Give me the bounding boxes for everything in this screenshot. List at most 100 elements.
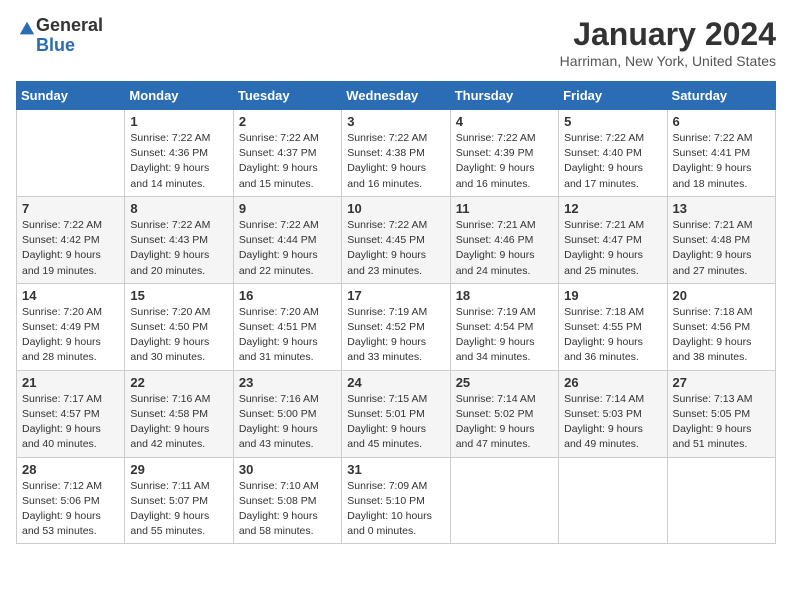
day-info: Sunrise: 7:15 AMSunset: 5:01 PMDaylight:…: [347, 392, 444, 453]
day-info: Sunrise: 7:20 AMSunset: 4:49 PMDaylight:…: [22, 305, 119, 366]
table-row: 29Sunrise: 7:11 AMSunset: 5:07 PMDayligh…: [125, 457, 233, 544]
table-row: 24 Sunrise: 7:15 AMSunset: 5:01 PMDayligh…: [342, 370, 450, 457]
day-number: 7: [22, 201, 119, 216]
table-row: 23 Sunrise: 7:16 AMSunset: 5:00 PMDayligh…: [233, 370, 341, 457]
table-row: 19Sunrise: 7:18 AMSunset: 4:55 PMDayligh…: [559, 283, 667, 370]
table-row: [559, 457, 667, 544]
day-number: 4: [456, 114, 553, 129]
logo-text: General Blue: [36, 16, 103, 56]
day-info: Sunrise: 7:22 AMSunset: 4:45 PMDaylight:…: [347, 218, 444, 279]
day-info: Sunrise: 7:09 AMSunset: 5:10 PMDaylight:…: [347, 479, 444, 540]
calendar: Sunday Monday Tuesday Wednesday Thursday…: [16, 81, 776, 544]
table-row: 18 Sunrise: 7:19 AMSunset: 4:54 PMDayligh…: [450, 283, 558, 370]
table-row: 11 Sunrise: 7:21 AMSunset: 4:46 PMDayligh…: [450, 196, 558, 283]
day-info: Sunrise: 7:19 AMSunset: 4:54 PMDaylight:…: [456, 305, 553, 366]
day-number: 12: [564, 201, 661, 216]
day-info: Sunrise: 7:22 AMSunset: 4:37 PMDaylight:…: [239, 131, 336, 192]
header-thursday: Thursday: [450, 82, 558, 110]
day-number: 25: [456, 375, 553, 390]
table-row: 3 Sunrise: 7:22 AMSunset: 4:38 PMDaylight…: [342, 110, 450, 197]
day-number: 28: [22, 462, 119, 477]
day-info: Sunrise: 7:22 AMSunset: 4:36 PMDaylight:…: [130, 131, 227, 192]
table-row: [450, 457, 558, 544]
day-info: Sunrise: 7:14 AMSunset: 5:02 PMDaylight:…: [456, 392, 553, 453]
table-row: 13Sunrise: 7:21 AMSunset: 4:48 PMDayligh…: [667, 196, 775, 283]
calendar-week-row: 28 Sunrise: 7:12 AMSunset: 5:06 PMDayligh…: [17, 457, 776, 544]
day-number: 29: [130, 462, 227, 477]
table-row: 15Sunrise: 7:20 AMSunset: 4:50 PMDayligh…: [125, 283, 233, 370]
day-info: Sunrise: 7:22 AMSunset: 4:40 PMDaylight:…: [564, 131, 661, 192]
title-block: January 2024 Harriman, New York, United …: [560, 16, 776, 69]
table-row: 17 Sunrise: 7:19 AMSunset: 4:52 PMDayligh…: [342, 283, 450, 370]
calendar-week-row: 14 Sunrise: 7:20 AMSunset: 4:49 PMDayligh…: [17, 283, 776, 370]
location: Harriman, New York, United States: [560, 53, 776, 69]
header-friday: Friday: [559, 82, 667, 110]
day-info: Sunrise: 7:22 AMSunset: 4:41 PMDaylight:…: [673, 131, 770, 192]
table-row: 26Sunrise: 7:14 AMSunset: 5:03 PMDayligh…: [559, 370, 667, 457]
day-info: Sunrise: 7:21 AMSunset: 4:47 PMDaylight:…: [564, 218, 661, 279]
day-number: 2: [239, 114, 336, 129]
weekday-header-row: Sunday Monday Tuesday Wednesday Thursday…: [17, 82, 776, 110]
day-number: 16: [239, 288, 336, 303]
table-row: 1 Sunrise: 7:22 AMSunset: 4:36 PMDaylight…: [125, 110, 233, 197]
table-row: 28 Sunrise: 7:12 AMSunset: 5:06 PMDayligh…: [17, 457, 125, 544]
day-number: 21: [22, 375, 119, 390]
calendar-week-row: 7 Sunrise: 7:22 AMSunset: 4:42 PMDaylight…: [17, 196, 776, 283]
day-number: 14: [22, 288, 119, 303]
table-row: 16Sunrise: 7:20 AMSunset: 4:51 PMDayligh…: [233, 283, 341, 370]
day-info: Sunrise: 7:21 AMSunset: 4:48 PMDaylight:…: [673, 218, 770, 279]
day-info: Sunrise: 7:20 AMSunset: 4:50 PMDaylight:…: [130, 305, 227, 366]
logo-blue: Blue: [36, 36, 103, 56]
table-row: 30 Sunrise: 7:10 AMSunset: 5:08 PMDayligh…: [233, 457, 341, 544]
table-row: 25 Sunrise: 7:14 AMSunset: 5:02 PMDayligh…: [450, 370, 558, 457]
day-number: 18: [456, 288, 553, 303]
day-info: Sunrise: 7:22 AMSunset: 4:43 PMDaylight:…: [130, 218, 227, 279]
day-number: 23: [239, 375, 336, 390]
table-row: 7 Sunrise: 7:22 AMSunset: 4:42 PMDaylight…: [17, 196, 125, 283]
day-info: Sunrise: 7:22 AMSunset: 4:44 PMDaylight:…: [239, 218, 336, 279]
day-info: Sunrise: 7:19 AMSunset: 4:52 PMDaylight:…: [347, 305, 444, 366]
table-row: [667, 457, 775, 544]
page-header: General Blue January 2024 Harriman, New …: [16, 16, 776, 69]
day-info: Sunrise: 7:16 AMSunset: 4:58 PMDaylight:…: [130, 392, 227, 453]
day-number: 10: [347, 201, 444, 216]
day-info: Sunrise: 7:22 AMSunset: 4:39 PMDaylight:…: [456, 131, 553, 192]
header-wednesday: Wednesday: [342, 82, 450, 110]
day-number: 17: [347, 288, 444, 303]
day-info: Sunrise: 7:17 AMSunset: 4:57 PMDaylight:…: [22, 392, 119, 453]
day-number: 8: [130, 201, 227, 216]
table-row: 5 Sunrise: 7:22 AMSunset: 4:40 PMDaylight…: [559, 110, 667, 197]
day-info: Sunrise: 7:18 AMSunset: 4:55 PMDaylight:…: [564, 305, 661, 366]
table-row: 6 Sunrise: 7:22 AMSunset: 4:41 PMDaylight…: [667, 110, 775, 197]
day-number: 6: [673, 114, 770, 129]
table-row: 9Sunrise: 7:22 AMSunset: 4:44 PMDaylight…: [233, 196, 341, 283]
table-row: 12 Sunrise: 7:21 AMSunset: 4:47 PMDayligh…: [559, 196, 667, 283]
day-info: Sunrise: 7:16 AMSunset: 5:00 PMDaylight:…: [239, 392, 336, 453]
day-number: 30: [239, 462, 336, 477]
day-info: Sunrise: 7:18 AMSunset: 4:56 PMDaylight:…: [673, 305, 770, 366]
header-tuesday: Tuesday: [233, 82, 341, 110]
table-row: 8 Sunrise: 7:22 AMSunset: 4:43 PMDaylight…: [125, 196, 233, 283]
logo: General Blue: [16, 16, 103, 56]
calendar-week-row: 21 Sunrise: 7:17 AMSunset: 4:57 PMDayligh…: [17, 370, 776, 457]
day-info: Sunrise: 7:12 AMSunset: 5:06 PMDaylight:…: [22, 479, 119, 540]
day-info: Sunrise: 7:22 AMSunset: 4:42 PMDaylight:…: [22, 218, 119, 279]
table-row: 14 Sunrise: 7:20 AMSunset: 4:49 PMDayligh…: [17, 283, 125, 370]
day-info: Sunrise: 7:14 AMSunset: 5:03 PMDaylight:…: [564, 392, 661, 453]
day-info: Sunrise: 7:22 AMSunset: 4:38 PMDaylight:…: [347, 131, 444, 192]
logo-icon: [18, 20, 36, 38]
day-number: 1: [130, 114, 227, 129]
header-monday: Monday: [125, 82, 233, 110]
calendar-week-row: 1 Sunrise: 7:22 AMSunset: 4:36 PMDaylight…: [17, 110, 776, 197]
day-info: Sunrise: 7:10 AMSunset: 5:08 PMDaylight:…: [239, 479, 336, 540]
table-row: 10 Sunrise: 7:22 AMSunset: 4:45 PMDayligh…: [342, 196, 450, 283]
logo-general: General: [36, 16, 103, 36]
day-number: 31: [347, 462, 444, 477]
day-number: 5: [564, 114, 661, 129]
day-number: 27: [673, 375, 770, 390]
day-number: 11: [456, 201, 553, 216]
day-info: Sunrise: 7:21 AMSunset: 4:46 PMDaylight:…: [456, 218, 553, 279]
day-number: 24: [347, 375, 444, 390]
table-row: [17, 110, 125, 197]
day-number: 3: [347, 114, 444, 129]
